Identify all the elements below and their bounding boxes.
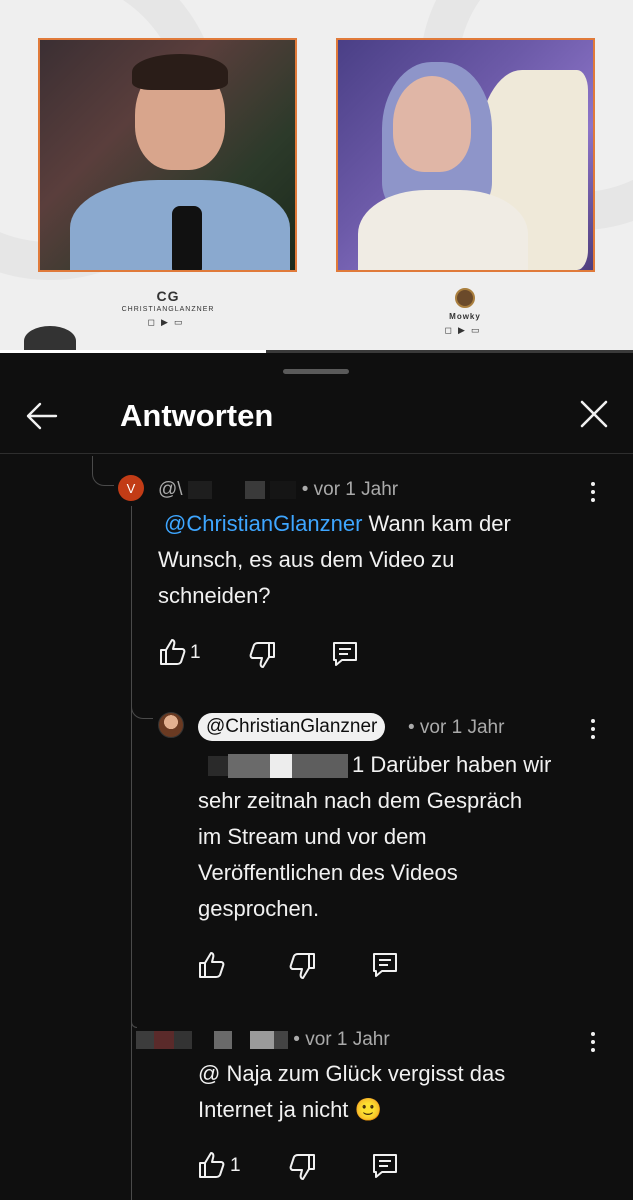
like-button[interactable] [196, 1150, 226, 1180]
thumbs-up-icon [199, 1152, 225, 1178]
avatar-letter: V [126, 480, 136, 496]
more-options-button[interactable] [589, 719, 597, 743]
comment-line: Wunsch, es aus dem Video zu [158, 547, 455, 572]
mowky-logo-icon [455, 288, 475, 308]
comment-line: gesprochen. [198, 896, 320, 921]
reply-comment-icon [373, 953, 397, 977]
comment-meta: @\ • vor 1 Jahr [158, 479, 398, 501]
comment-line: Internet ja nicht 🙂 [198, 1097, 382, 1122]
thumbs-down-icon [289, 1154, 315, 1180]
redacted-blur [208, 756, 228, 777]
comment-text: 1 Darüber haben wir sehr zeitnah nach de… [198, 747, 598, 927]
comment-line: Veröffentlichen des Videos [198, 860, 458, 885]
thread-connector [131, 699, 153, 719]
redacted-blur [292, 754, 348, 779]
dislike-button[interactable] [288, 1152, 318, 1182]
replies-panel: Antworten V @\ • vor 1 Jahr @ChristianGl… [0, 354, 633, 1200]
more-vertical-icon [591, 482, 595, 486]
comment-line: 1 Darüber haben wir [198, 747, 598, 783]
redacted-blur [270, 754, 292, 779]
close-button[interactable] [576, 396, 612, 432]
comment-line: @ChristianGlanzner Wann kam der [164, 511, 511, 536]
panel-title: Antworten [120, 398, 274, 433]
like-count: 1 [230, 1155, 241, 1176]
thread-line [131, 506, 132, 1200]
comment-time: • vor 1 Jahr [293, 1029, 390, 1050]
comment-meta: • vor 1 Jahr [136, 1029, 390, 1051]
comment-line: @ Naja zum Glück vergisst das [198, 1061, 506, 1086]
video-progress-fill [0, 350, 266, 353]
brand-mowky: Mowky ◻▶▭ [405, 288, 525, 336]
comment-line: schneiden? [158, 583, 271, 608]
mention-link[interactable]: @ChristianGlanzner [164, 511, 362, 536]
comment-time: • vor 1 Jahr [408, 717, 505, 738]
back-button[interactable] [22, 396, 62, 436]
reply-button[interactable] [330, 639, 360, 669]
redacted-blur [250, 1030, 274, 1049]
more-vertical-icon [591, 719, 595, 723]
microphone [172, 206, 202, 270]
like-button[interactable] [196, 950, 226, 980]
cat-mascot [24, 326, 76, 353]
comment-line: sehr zeitnah nach dem Gespräch [198, 788, 523, 813]
redacted-blur [228, 754, 270, 779]
brand-logo: CG [156, 288, 180, 304]
video-progress-bar[interactable] [0, 350, 633, 353]
redacted-blur [270, 480, 297, 499]
social-icons: ◻▶▭ [147, 317, 189, 327]
brand-christianglanzner: CG CHRISTIANGLANZNER ◻▶▭ [108, 288, 228, 328]
redacted-blur [274, 1030, 288, 1049]
redacted-blur [154, 1030, 174, 1049]
more-options-button[interactable] [589, 1032, 597, 1056]
dislike-button[interactable] [288, 951, 318, 981]
social-icons: ◻▶▭ [444, 325, 486, 335]
comment-time: • vor 1 Jahr [301, 479, 399, 500]
more-options-button[interactable] [589, 482, 597, 506]
thread-connector [92, 456, 114, 486]
brand-name: Mowky [449, 312, 481, 321]
redacted-blur [174, 1030, 192, 1049]
comment-line: im Stream und vor dem [198, 824, 427, 849]
thumbs-down-icon [249, 642, 275, 668]
avatar[interactable] [158, 712, 184, 738]
brand-name: CHRISTIANGLANZNER [121, 306, 215, 313]
redacted-blur [192, 1030, 214, 1049]
thumbs-up-icon [160, 639, 186, 665]
redacted-blur [214, 1030, 232, 1049]
thumbs-up-icon [199, 952, 225, 978]
thread-connector [131, 994, 137, 1028]
streamer-head [393, 76, 471, 172]
like-button[interactable] [157, 637, 187, 667]
webcam-feed-left [38, 38, 297, 272]
reply-button[interactable] [370, 950, 400, 980]
comment-text: @ Naja zum Glück vergisst das Internet j… [198, 1056, 598, 1128]
redacted-blur [187, 480, 212, 499]
webcam-feed-right [336, 38, 595, 272]
reply-button[interactable] [370, 1151, 400, 1181]
redacted-blur [136, 1030, 154, 1049]
reply-comment-icon [373, 1154, 397, 1178]
like-count: 1 [190, 642, 201, 663]
dislike-button[interactable] [248, 640, 278, 670]
comment-text: @ChristianGlanzner Wann kam der Wunsch, … [158, 506, 598, 614]
drag-handle[interactable] [283, 369, 349, 374]
avatar[interactable]: V [118, 475, 144, 501]
arrow-left-icon [26, 402, 58, 430]
reply-comment-icon [333, 642, 357, 666]
close-icon [580, 400, 608, 428]
streamer-hair [132, 54, 228, 90]
comment-author-chip[interactable]: @ChristianGlanzner [198, 713, 386, 741]
redacted-blur [245, 480, 266, 499]
thumbs-down-icon [289, 953, 315, 979]
comment-author[interactable]: @\ [158, 479, 183, 500]
video-player[interactable]: CG CHRISTIANGLANZNER ◻▶▭ Mowky ◻▶▭ [0, 0, 633, 353]
panel-header: Antworten [0, 384, 633, 454]
more-vertical-icon [591, 1032, 595, 1036]
redacted-blur [232, 1030, 250, 1049]
streamer-body [358, 190, 528, 270]
